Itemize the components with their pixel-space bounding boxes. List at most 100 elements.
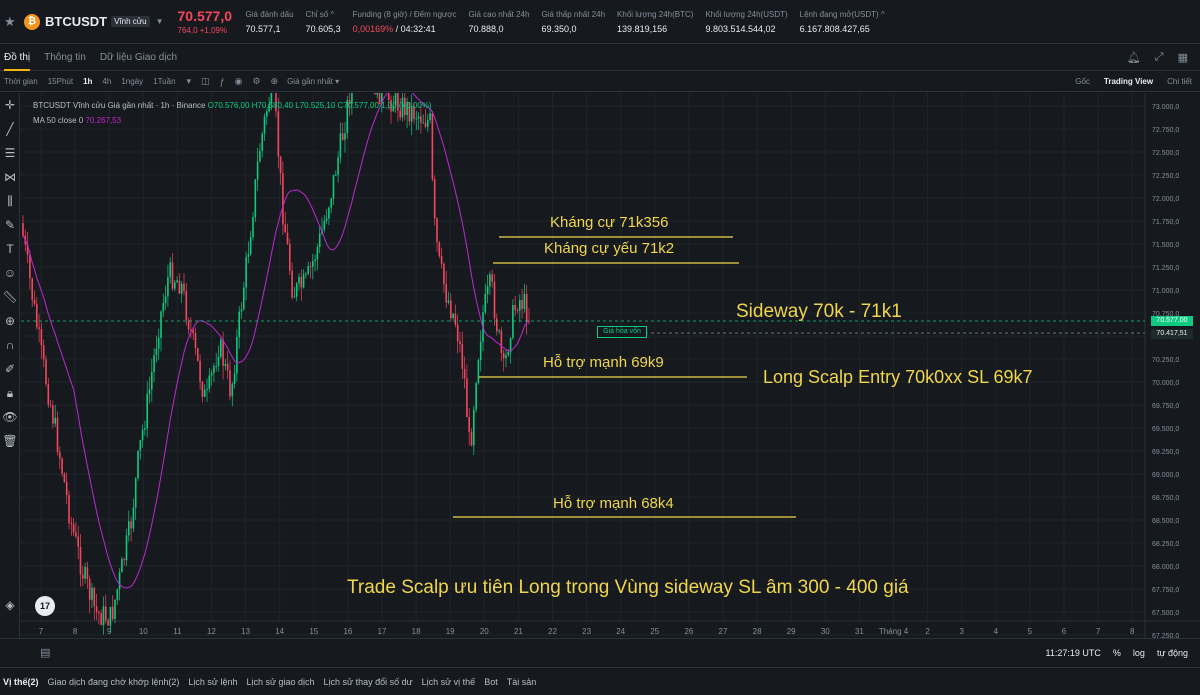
tab-bot[interactable]: Bot bbox=[484, 677, 498, 687]
candle-body bbox=[54, 417, 56, 424]
tab-position-history[interactable]: Lịch sử vị thế bbox=[422, 677, 476, 687]
candle-body bbox=[323, 220, 326, 230]
y-tick-label: 71.000,0 bbox=[1152, 288, 1179, 295]
candle-body bbox=[178, 280, 181, 294]
y-tick-label: 72.250,0 bbox=[1152, 173, 1179, 180]
view-depth[interactable]: Chi tiết bbox=[1167, 77, 1192, 86]
tab-assets[interactable]: Tài sản bbox=[507, 677, 537, 687]
interval-4h[interactable]: 4h bbox=[102, 77, 111, 86]
horizontal-lines-icon[interactable]: ☰ bbox=[0, 141, 20, 165]
ruler-icon[interactable]: 📏︎ bbox=[0, 285, 20, 309]
view-tradingview[interactable]: Trading View bbox=[1104, 77, 1153, 86]
interval-1h[interactable]: 1h bbox=[83, 77, 92, 86]
candle-body bbox=[332, 174, 335, 199]
candle-body bbox=[447, 300, 450, 303]
y-tick-label: 69.250,0 bbox=[1152, 449, 1179, 456]
chevron-down-icon[interactable]: ▾ bbox=[187, 76, 192, 87]
candle-body bbox=[38, 327, 40, 329]
y-tick-label: 72.000,0 bbox=[1152, 196, 1179, 203]
trash-icon[interactable]: 🗑︎ bbox=[0, 429, 20, 453]
tab-trade-history[interactable]: Lịch sử giao dịch bbox=[246, 677, 314, 687]
auto-toggle[interactable]: tự động bbox=[1157, 648, 1188, 658]
candle-body bbox=[102, 606, 105, 626]
candle-body bbox=[155, 348, 158, 356]
candle-body bbox=[300, 276, 303, 288]
grid-icon[interactable]: ▦ bbox=[1178, 51, 1188, 64]
candle-body bbox=[293, 296, 296, 298]
annotation-long-entry[interactable]: Long Scalp Entry 70k0xx SL 69k7 bbox=[763, 367, 1033, 388]
breakeven-price-tag: 70.417,51 bbox=[1151, 329, 1193, 339]
view-original[interactable]: Gốc bbox=[1075, 77, 1090, 86]
btc-coin-icon: ₿ bbox=[24, 13, 40, 30]
candle-body bbox=[263, 116, 266, 134]
candle-body bbox=[436, 218, 438, 243]
annotation-support-68k4[interactable]: Hỗ trợ mạnh 68k4 bbox=[553, 495, 674, 512]
candle-body bbox=[116, 589, 119, 600]
tab-trading-data[interactable]: Dữ liệu Giao dịch bbox=[100, 45, 177, 71]
settings-icon[interactable]: ⚙ bbox=[252, 76, 260, 87]
tab-positions[interactable]: Vị thế(2) bbox=[3, 677, 39, 687]
x-tick-label: 16 bbox=[343, 627, 352, 636]
lock-icon[interactable]: 🔒︎ bbox=[0, 381, 20, 405]
stat-low-24h: Giá thấp nhất 24h 69.350,0 bbox=[541, 9, 606, 34]
candle-body bbox=[298, 276, 300, 284]
annotation-weak-resistance[interactable]: Kháng cự yếu 71k2 bbox=[544, 240, 674, 257]
utc-time[interactable]: 11:27:19 UTC bbox=[1046, 648, 1101, 658]
pencil-lock-icon[interactable]: ✐ bbox=[0, 357, 20, 381]
stat-volume-btc: Khối lượng 24h(BTC) 139.819,156 bbox=[617, 9, 694, 34]
brush-icon[interactable]: ✎ bbox=[0, 213, 20, 237]
interval-1w[interactable]: 1Tuần bbox=[153, 77, 175, 86]
breakeven-label[interactable]: Giá hòa vốn bbox=[597, 326, 647, 338]
add-icon[interactable]: ⊕ bbox=[271, 76, 279, 87]
percent-toggle[interactable]: % bbox=[1113, 648, 1121, 658]
emoji-icon[interactable]: ☺ bbox=[0, 261, 20, 285]
fib-icon[interactable]: ⫼ bbox=[0, 189, 20, 213]
eye-icon[interactable]: 👁︎ bbox=[0, 405, 20, 429]
tab-open-orders[interactable]: Giao dịch đang chờ khớp lệnh(2) bbox=[48, 677, 180, 687]
zoom-icon[interactable]: ⊕ bbox=[0, 309, 20, 333]
chart-type-icon[interactable]: ◫ bbox=[201, 76, 210, 87]
indicator-icon[interactable]: ƒ bbox=[220, 77, 225, 87]
camera-icon[interactable]: ◉ bbox=[235, 76, 243, 87]
tab-transaction-history[interactable]: Lịch sử thay đổi số dư bbox=[324, 677, 413, 687]
favorite-star-icon[interactable]: ★ bbox=[4, 14, 24, 30]
bell-icon[interactable]: 🔔︎ bbox=[1127, 51, 1141, 64]
candle-body bbox=[86, 567, 89, 580]
magnet-icon[interactable]: ∩ bbox=[0, 333, 20, 357]
y-tick-label: 68.000,0 bbox=[1152, 564, 1179, 571]
candle-body bbox=[22, 223, 24, 236]
annotation-support-69k9[interactable]: Hỗ trợ mạnh 69k9 bbox=[543, 354, 664, 371]
symbol-name[interactable]: BTCUSDT bbox=[45, 14, 107, 29]
candle-body bbox=[468, 417, 470, 432]
date-range-icon[interactable]: ▤ bbox=[40, 646, 50, 659]
annotation-resistance-71k356[interactable]: Kháng cự 71k356 bbox=[550, 214, 668, 231]
candle-body bbox=[70, 522, 73, 525]
candle-body bbox=[427, 120, 429, 127]
tab-info[interactable]: Thông tin bbox=[44, 45, 86, 71]
candle-body bbox=[470, 431, 473, 446]
x-tick-label: 9 bbox=[107, 627, 112, 636]
candle-body bbox=[477, 360, 480, 384]
symbol-dropdown-icon[interactable]: ▼ bbox=[156, 17, 164, 26]
tab-chart[interactable]: Đồ thị bbox=[4, 45, 31, 71]
last-price-tag: 70.577,00 bbox=[1151, 316, 1193, 326]
price-chart[interactable]: 73.000,0 72.750,0 72.500,0 72.250,0 72.000,0… bbox=[21, 93, 1200, 638]
candle-body bbox=[144, 428, 146, 430]
tab-order-history[interactable]: Lịch sử lệnh bbox=[188, 677, 237, 687]
crosshair-icon[interactable]: ✛ bbox=[0, 93, 20, 117]
interval-1d[interactable]: 1ngày bbox=[121, 77, 143, 86]
annotation-sideway[interactable]: Sideway 70k - 71k1 bbox=[736, 301, 902, 323]
y-tick-label: 73.000,0 bbox=[1152, 104, 1179, 111]
expand-icon[interactable]: ⤢ bbox=[1155, 51, 1164, 64]
candle-body bbox=[157, 337, 160, 349]
log-toggle[interactable]: log bbox=[1133, 648, 1145, 658]
text-icon[interactable]: T bbox=[0, 237, 20, 261]
candle-body bbox=[295, 283, 298, 297]
interval-15m[interactable]: 15Phút bbox=[48, 77, 73, 86]
candle-body bbox=[206, 388, 208, 390]
annotation-trade-note[interactable]: Trade Scalp ưu tiên Long trong Vùng side… bbox=[347, 577, 909, 599]
trendline-icon[interactable]: ╱ bbox=[0, 117, 20, 141]
layers-icon[interactable]: ◈ bbox=[0, 593, 20, 617]
pattern-icon[interactable]: ⋈ bbox=[0, 165, 20, 189]
price-type-select[interactable]: Giá gần nhất ▾ bbox=[287, 77, 339, 86]
